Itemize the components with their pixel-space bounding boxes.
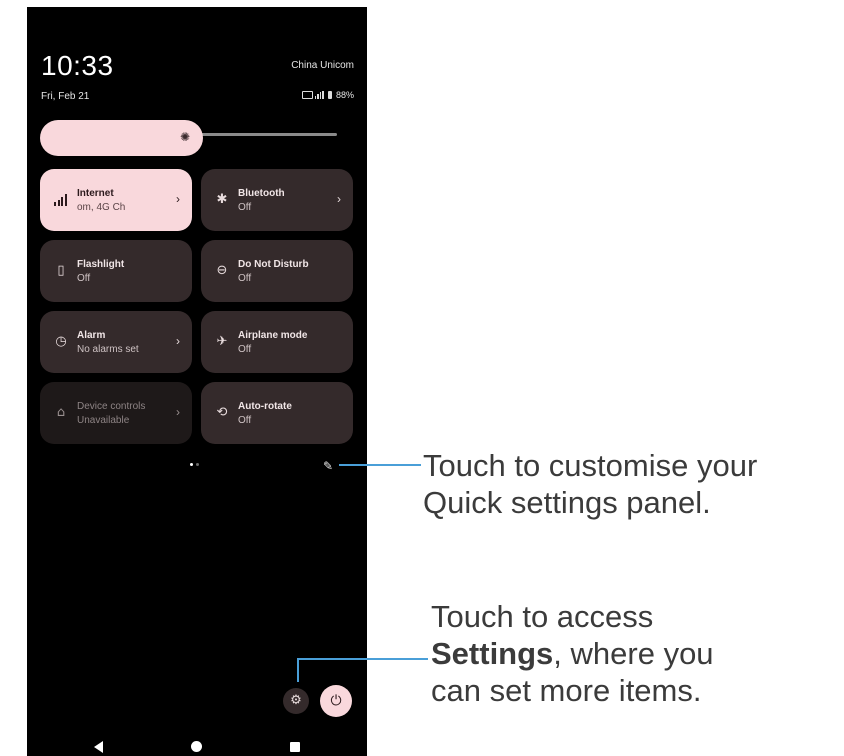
callout-edit: Touch to customise your Quick settings p… [423,447,757,521]
tile-label: Flashlight [77,259,125,270]
gear-icon: ⚙ [290,693,302,708]
bluetooth-icon: ✱ [216,192,228,207]
home-icon: ⌂ [56,405,66,420]
clock: 10:33 [41,50,114,81]
tile-status: Off [238,415,252,426]
quick-settings-panel: 10:33 Fri, Feb 21 China Unicom 88% ✺ Int… [27,7,367,756]
callout-settings-line1: Touch to access [431,599,654,634]
nav-home-icon[interactable] [191,741,202,752]
date: Fri, Feb 21 [41,91,90,102]
nav-back-icon[interactable] [94,741,103,753]
callout-edit-line2: Quick settings panel. [423,485,711,520]
tile-status: No alarms set [77,344,139,355]
chevron-right-icon: › [337,192,341,206]
battery-percent: 88% [335,90,354,100]
carrier-name: China Unicom [291,60,354,71]
sim-icon [301,91,313,99]
callout-line-edit [339,464,421,466]
tile-alarm[interactable]: ◷ Alarm No alarms set › [40,311,192,373]
callout-settings-line3: can set more items. [431,673,702,708]
edit-pencil-icon[interactable]: ✎ [323,459,337,473]
status-icons: 88% [301,90,354,100]
tile-flashlight[interactable]: ▯ Flashlight Off [40,240,192,302]
cellular-signal-icon [54,192,68,208]
tile-label: Bluetooth [238,188,285,199]
tile-device-controls[interactable]: ⌂ Device controls Unavailable › [40,382,192,444]
tile-do-not-disturb[interactable]: ⊖ Do Not Disturb Off [201,240,353,302]
tile-label: Internet [77,188,114,199]
tile-status: Off [238,202,252,213]
settings-gear-button[interactable]: ⚙ [283,688,309,714]
page-dot-active [190,463,193,466]
callout-line-settings-vertical [297,658,299,682]
alarm-icon: ◷ [55,334,67,349]
power-icon: ⏻ [330,693,342,709]
flashlight-icon: ▯ [57,263,65,278]
callout-edit-line1: Touch to customise your [423,448,758,483]
callout-settings-line2: Settings, where you [431,635,714,672]
chevron-right-icon: › [176,334,180,348]
callout-line-settings-horizontal [297,658,428,660]
airplane-icon: ✈ [216,334,228,349]
tile-status: Unavailable [77,415,130,426]
chevron-right-icon: › [176,405,180,419]
brightness-icon: ✺ [179,130,191,144]
nav-recents-icon[interactable] [290,742,300,752]
tile-label: Do Not Disturb [238,259,309,270]
tile-bluetooth[interactable]: ✱ Bluetooth Off › [201,169,353,231]
chevron-right-icon: › [176,192,180,206]
tile-label: Alarm [77,330,106,341]
power-button[interactable]: ⏻ [320,685,352,717]
tile-status: om, 4G Ch [77,202,126,213]
callout-settings-bold: Settings [431,636,554,671]
do-not-disturb-icon: ⊖ [216,263,228,278]
page-indicator [190,463,199,466]
battery-icon [327,91,332,99]
tile-status: Off [77,273,91,284]
auto-rotate-icon: ⟲ [216,405,228,420]
tile-status: Off [238,344,252,355]
tile-label: Device controls [77,401,146,412]
tile-label: Airplane mode [238,330,308,341]
tile-auto-rotate[interactable]: ⟲ Auto-rotate Off [201,382,353,444]
page-dot [196,463,199,466]
tile-label: Auto-rotate [238,401,292,412]
callout-settings-rest: , where you [553,636,714,671]
callout-settings: Touch to access Settings, where you can … [431,598,714,709]
brightness-slider[interactable]: ✺ [40,120,203,156]
tile-internet[interactable]: Internet om, 4G Ch › [40,169,192,231]
tile-status: Off [238,273,252,284]
brightness-track[interactable] [201,133,337,136]
tile-airplane-mode[interactable]: ✈ Airplane mode Off [201,311,353,373]
signal-icon [314,91,324,99]
